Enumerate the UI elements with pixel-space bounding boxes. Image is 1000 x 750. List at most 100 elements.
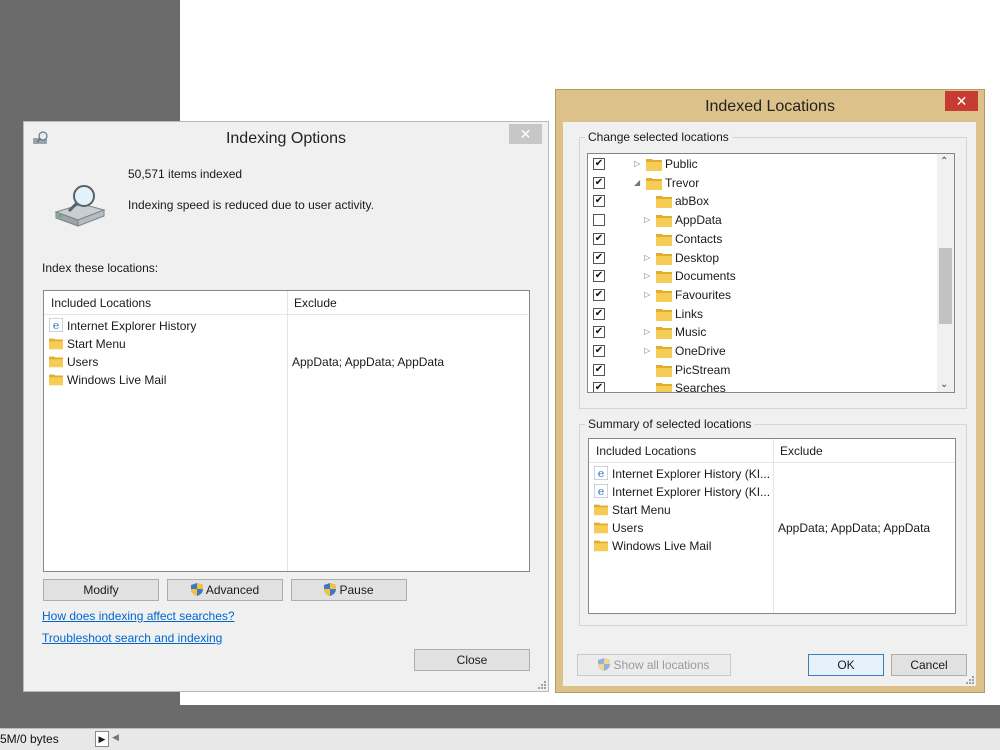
status-size-text: 5M/0 bytes bbox=[0, 732, 59, 746]
tree-item-checkbox[interactable]: ✔ bbox=[593, 326, 605, 339]
row-location-name: Users bbox=[67, 355, 99, 369]
tree-item[interactable]: ✔ ◢ Trevor bbox=[588, 174, 938, 192]
tree-item[interactable]: ✔ ▷ Favourites bbox=[588, 286, 938, 304]
indexed-locations-title: Indexed Locations bbox=[705, 98, 835, 115]
folder-icon bbox=[49, 354, 63, 368]
ok-button[interactable]: OK bbox=[808, 654, 884, 676]
tree-item[interactable]: ▷ AppData bbox=[588, 211, 938, 229]
tree-item-checkbox[interactable]: ✔ bbox=[593, 363, 605, 376]
documents-folder-icon bbox=[656, 269, 672, 284]
row-location-name: Start Menu bbox=[612, 503, 671, 517]
tree-item[interactable]: ✔ Contacts bbox=[588, 230, 938, 248]
expand-arrow-icon[interactable]: ▷ bbox=[634, 155, 640, 173]
tree-item-label: Searches bbox=[675, 381, 726, 393]
resize-grip-icon[interactable] bbox=[536, 679, 546, 689]
resize-grip-icon[interactable] bbox=[964, 674, 974, 684]
indexed-locations-table[interactable]: Included Locations Exclude e Internet Exp… bbox=[43, 290, 530, 572]
folder-icon bbox=[49, 336, 63, 350]
scroll-up-icon[interactable]: ⌃ bbox=[940, 156, 948, 167]
table-row[interactable]: e Internet Explorer History (KI... bbox=[593, 483, 770, 501]
folder-icon bbox=[656, 194, 672, 209]
tree-item-checkbox[interactable]: ✔ bbox=[593, 158, 605, 170]
uac-shield-icon bbox=[324, 583, 337, 596]
status-left-arrow-icon[interactable]: ◀ bbox=[112, 732, 119, 743]
expand-arrow-icon[interactable]: ▷ bbox=[644, 249, 650, 267]
tree-item[interactable]: ✔ Links bbox=[588, 305, 938, 323]
summary-label: Summary of selected locations bbox=[585, 417, 755, 431]
show-all-locations-button[interactable]: Show all locations bbox=[577, 654, 731, 676]
table-row[interactable]: e Internet Explorer History (KI... bbox=[593, 465, 771, 483]
tree-item-checkbox[interactable]: ✔ bbox=[593, 288, 605, 301]
modify-button-label: Modify bbox=[83, 583, 119, 597]
pause-button[interactable]: Pause bbox=[291, 579, 407, 601]
tree-item-checkbox[interactable]: ✔ bbox=[593, 195, 605, 208]
tree-item-checkbox[interactable]: ✔ bbox=[593, 382, 605, 392]
index-locations-label: Index these locations: bbox=[42, 261, 159, 275]
scroll-down-icon[interactable]: ⌄ bbox=[940, 379, 948, 390]
expand-arrow-icon[interactable]: ▷ bbox=[644, 286, 650, 304]
tree-item-checkbox[interactable]: ✔ bbox=[593, 345, 605, 357]
table-row[interactable]: Windows Live Mail bbox=[594, 537, 770, 555]
summary-column-exclude[interactable]: Exclude bbox=[773, 439, 955, 463]
tree-item-checkbox[interactable]: ✔ bbox=[593, 307, 605, 320]
table-row[interactable]: Users bbox=[49, 353, 284, 371]
table-row[interactable]: Users bbox=[594, 519, 770, 537]
indexing-status-text: Indexing speed is reduced due to user ac… bbox=[128, 198, 374, 212]
row-location-name: Windows Live Mail bbox=[612, 539, 712, 553]
change-locations-label: Change selected locations bbox=[585, 130, 732, 144]
tree-item[interactable]: ✔ ▷ Public bbox=[588, 155, 938, 173]
indexed-locations-content: Change selected locations ✔ ▷ Public ✔ ◢ Trev… bbox=[563, 122, 976, 686]
column-header-included[interactable]: Included Locations bbox=[44, 291, 287, 315]
close-button[interactable]: Close bbox=[414, 649, 530, 671]
table-row[interactable]: Windows Live Mail bbox=[49, 371, 284, 389]
table-row[interactable]: e Internet Explorer History bbox=[48, 317, 284, 335]
advanced-button[interactable]: Advanced bbox=[167, 579, 283, 601]
table-row[interactable]: Start Menu bbox=[49, 335, 284, 353]
tree-item[interactable]: ✔ ▷ Documents bbox=[588, 267, 938, 285]
tree-item[interactable]: ✔ ▷ Music bbox=[588, 323, 938, 341]
cancel-button[interactable]: Cancel bbox=[891, 654, 967, 676]
pause-button-label: Pause bbox=[339, 583, 374, 597]
summary-column-included[interactable]: Included Locations bbox=[589, 439, 773, 463]
tree-item[interactable]: ✔ ▷ Desktop bbox=[588, 249, 938, 267]
expand-arrow-icon[interactable]: ▷ bbox=[644, 323, 650, 341]
modify-button[interactable]: Modify bbox=[43, 579, 159, 601]
expand-arrow-icon[interactable]: ▷ bbox=[644, 211, 650, 229]
tree-item[interactable]: ✔ ▷ OneDrive bbox=[588, 342, 938, 360]
folder-icon bbox=[594, 520, 608, 534]
column-header-exclude[interactable]: Exclude bbox=[287, 291, 529, 315]
scroll-thumb[interactable] bbox=[939, 248, 952, 324]
tree-item-checkbox[interactable]: ✔ bbox=[593, 270, 605, 283]
tree-item-checkbox[interactable] bbox=[593, 214, 605, 227]
tree-item-label: Trevor bbox=[665, 175, 700, 190]
row-location-name: Windows Live Mail bbox=[67, 373, 167, 387]
indexing-options-titlebar[interactable]: Indexing Options ✕ bbox=[24, 122, 548, 154]
folder-icon bbox=[49, 372, 63, 386]
expand-arrow-icon[interactable]: ▷ bbox=[644, 267, 650, 285]
tree-item-label: Music bbox=[675, 325, 707, 340]
troubleshoot-link[interactable]: Troubleshoot search and indexing bbox=[42, 631, 222, 645]
advanced-button-label: Advanced bbox=[205, 583, 260, 597]
close-button-label: Close bbox=[456, 653, 488, 667]
row-location-name: Internet Explorer History (KI... bbox=[612, 467, 771, 481]
how-indexing-affects-link[interactable]: How does indexing affect searches? bbox=[42, 609, 235, 623]
expanded-arrow-icon[interactable]: ◢ bbox=[634, 174, 640, 192]
locations-tree[interactable]: ✔ ▷ Public ✔ ◢ Trevor ✔ abBox ▷ AppData ✔ Contacts ✔… bbox=[587, 153, 955, 393]
indexed-locations-close-icon[interactable]: ✕ bbox=[945, 91, 978, 111]
status-bar: 5M/0 bytes ▶ ◀ bbox=[0, 728, 1000, 750]
row-exclude-value: AppData; AppData; AppData bbox=[778, 521, 931, 535]
tree-item-label: PicStream bbox=[675, 362, 731, 377]
tree-item-checkbox[interactable]: ✔ bbox=[593, 176, 605, 189]
tree-item[interactable]: ✔ Searches bbox=[588, 379, 938, 393]
status-play-arrow-icon[interactable]: ▶ bbox=[95, 731, 109, 747]
ok-button-label: OK bbox=[837, 658, 855, 672]
expand-arrow-icon[interactable]: ▷ bbox=[644, 342, 650, 360]
tree-scrollbar[interactable]: ⌃ ⌄ bbox=[937, 154, 954, 392]
table-row[interactable]: Start Menu bbox=[594, 501, 770, 519]
summary-table[interactable]: Included Locations Exclude e Internet Exp… bbox=[588, 438, 956, 614]
tree-item-checkbox[interactable]: ✔ bbox=[593, 251, 605, 264]
tree-item-checkbox[interactable]: ✔ bbox=[593, 232, 605, 245]
indexing-options-close-icon[interactable]: ✕ bbox=[509, 124, 542, 144]
tree-item[interactable]: ✔ PicStream bbox=[588, 361, 938, 379]
tree-item[interactable]: ✔ abBox bbox=[588, 192, 938, 210]
